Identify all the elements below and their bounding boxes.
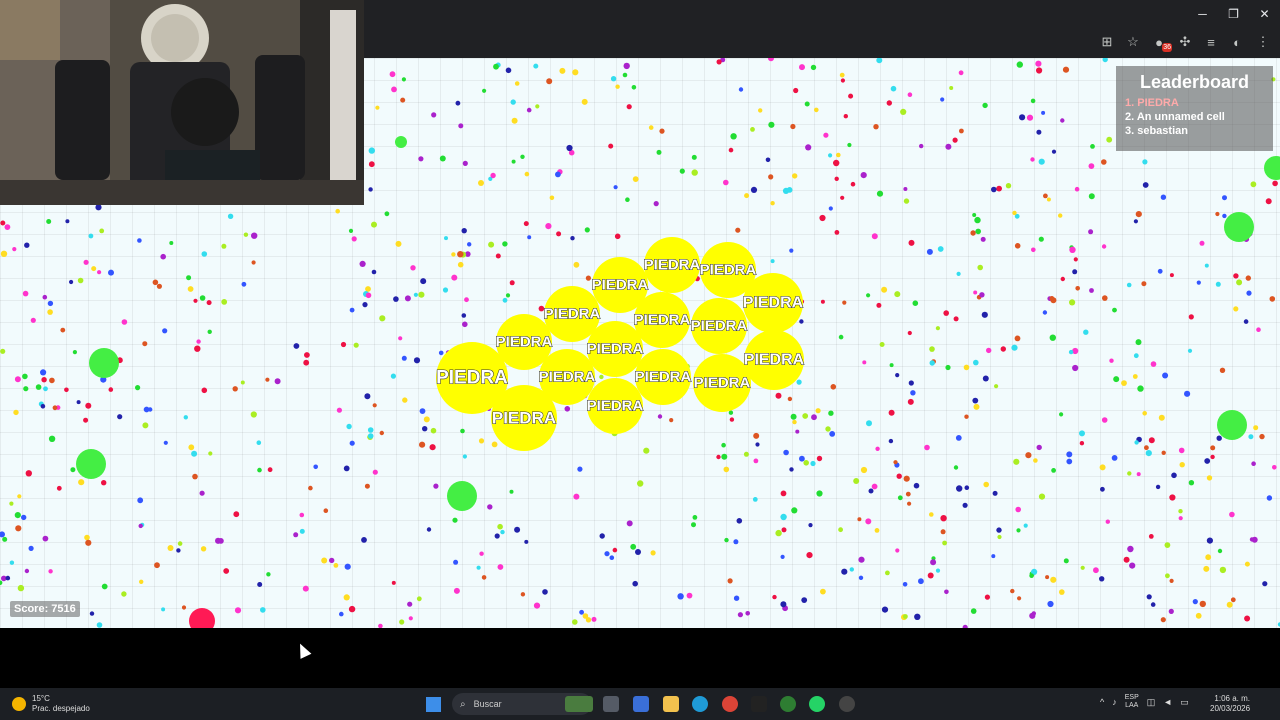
- translate-icon[interactable]: ⊞: [1096, 31, 1118, 53]
- app-icon[interactable]: [751, 696, 767, 712]
- file-explorer-icon[interactable]: [663, 696, 679, 712]
- player-cell-label: PIEDRA: [587, 398, 644, 415]
- whatsapp-icon[interactable]: [809, 696, 825, 712]
- browser-menu-icon[interactable]: ⋮: [1252, 31, 1274, 53]
- language-indicator[interactable]: ESP LAA: [1125, 694, 1139, 710]
- close-button[interactable]: ✕: [1249, 0, 1280, 28]
- player-cell-label: PIEDRA: [436, 368, 508, 389]
- browser-toolbar: ⊞ ☆ ● 36 ✣ ≡ ◐ ⋮: [1096, 31, 1274, 53]
- score-display: Score: 7516: [10, 601, 80, 617]
- browser-bottom-area: [0, 628, 1280, 688]
- player-cell-label: PIEDRA: [694, 375, 751, 392]
- store-icon[interactable]: [633, 696, 649, 712]
- player-cell-label: PIEDRA: [743, 295, 804, 312]
- widgets-icon[interactable]: [565, 696, 593, 712]
- green-cell: [76, 449, 106, 479]
- clock-date: 20/03/2026: [1210, 704, 1251, 713]
- weather-desc: Prac. despejado: [32, 704, 90, 713]
- player-cell-label: PIEDRA: [635, 369, 692, 386]
- enemy-cell: [189, 608, 215, 628]
- task-view-icon[interactable]: [603, 696, 619, 712]
- taskbar-clock[interactable]: 1:06 a. m. 20/03/2026: [1210, 694, 1250, 714]
- green-cell: [89, 348, 119, 378]
- player-cell-label: PIEDRA: [592, 277, 649, 294]
- media-control-icon[interactable]: ≡: [1200, 31, 1222, 53]
- player-cell-label: PIEDRA: [539, 369, 596, 386]
- clock-time: 1:06 a. m.: [1214, 694, 1250, 703]
- player-cell-label: PIEDRA: [644, 257, 701, 274]
- chrome-icon[interactable]: [722, 696, 738, 712]
- leaderboard-title: Leaderboard: [1139, 72, 1250, 92]
- player-cell-label: PIEDRA: [744, 352, 805, 369]
- player-cell-label: PIEDRA: [700, 262, 757, 279]
- player-cell-label: PIEDRA: [492, 409, 556, 428]
- system-tray: ^ ♪ ESP LAA ◫ ◄ ▭: [1100, 694, 1189, 710]
- player-cell-label: PIEDRA: [587, 341, 644, 358]
- webcam-overlay: [0, 0, 364, 205]
- chevron-up-icon[interactable]: ^: [1100, 697, 1104, 707]
- leaderboard-entry: 2. An unnamed cell: [1125, 111, 1225, 123]
- green-cell: [1224, 212, 1254, 242]
- profile-avatar-icon[interactable]: ◐: [1226, 31, 1248, 53]
- weather-temp: 15°C: [32, 694, 50, 703]
- battery-icon[interactable]: ▭: [1180, 697, 1189, 708]
- player-cell-label: PIEDRA: [634, 312, 691, 329]
- microphone-icon[interactable]: ♪: [1112, 697, 1117, 707]
- app-u-icon[interactable]: [780, 696, 796, 712]
- player-cell-label: PIEDRA: [544, 306, 601, 323]
- player-cell-label: PIEDRA: [496, 334, 553, 351]
- green-cell: [447, 481, 477, 511]
- leaderboard-entry: 1. PIEDRA: [1125, 97, 1179, 109]
- green-cell: [1264, 156, 1280, 180]
- network-icon[interactable]: ◫: [1147, 697, 1156, 708]
- weather-widget[interactable]: 15°C Prac. despejado: [12, 694, 90, 714]
- search-placeholder: Buscar: [473, 699, 502, 709]
- windows-start-icon[interactable]: [426, 697, 441, 712]
- webcam-video: [0, 0, 364, 205]
- edge-icon[interactable]: [692, 696, 708, 712]
- player-cell-label: PIEDRA: [691, 318, 748, 335]
- restore-button[interactable]: ❐: [1218, 0, 1249, 28]
- extensions-puzzle-icon[interactable]: ✣: [1174, 31, 1196, 53]
- taskbar: 15°C Prac. despejado ⌕ Buscar ^ ♪ ESP LA…: [0, 688, 1280, 720]
- app-record-icon[interactable]: [839, 696, 855, 712]
- leaderboard: Leaderboard 1. PIEDRA 2. An unnamed cell…: [1116, 66, 1273, 151]
- search-icon: ⌕: [460, 698, 466, 710]
- extension-badge-icon[interactable]: ● 36: [1148, 31, 1172, 53]
- green-cell: [1217, 410, 1247, 440]
- leaderboard-list: 1. PIEDRA 2. An unnamed cell 3. sebastia…: [1125, 96, 1273, 138]
- bookmark-star-icon[interactable]: ☆: [1122, 31, 1144, 53]
- leaderboard-entry: 3. sebastian: [1125, 125, 1188, 137]
- weather-sun-icon: [12, 697, 26, 711]
- green-cell: [395, 136, 407, 148]
- volume-icon[interactable]: ◄: [1163, 697, 1172, 707]
- window-controls: ─ ❐ ✕: [1187, 0, 1280, 28]
- minimize-button[interactable]: ─: [1187, 0, 1218, 28]
